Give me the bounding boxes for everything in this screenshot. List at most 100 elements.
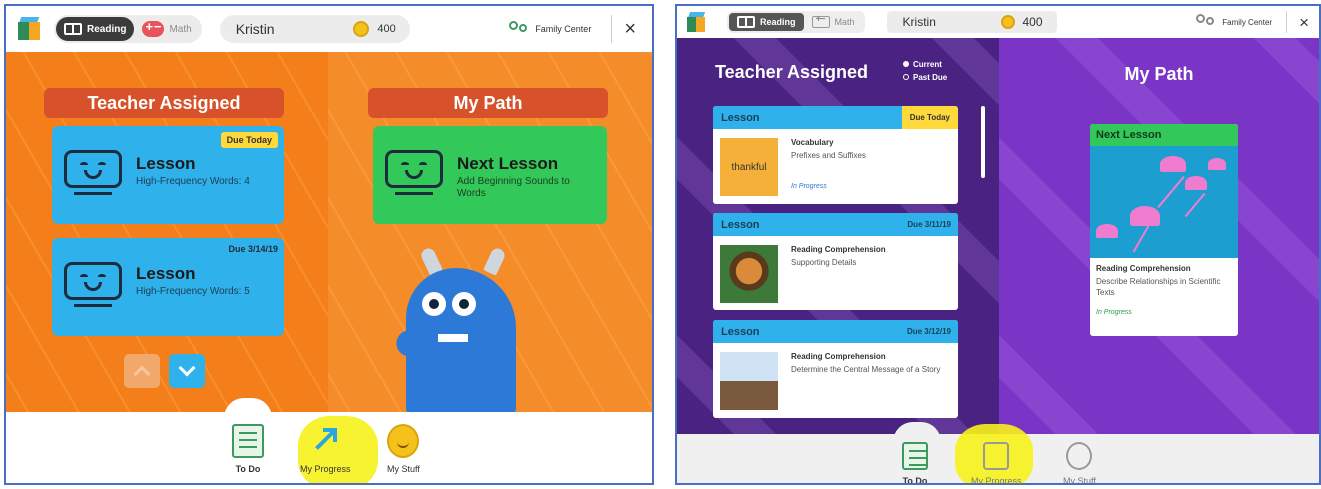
my-path-header: My Path	[1124, 64, 1194, 84]
progress-icon	[983, 442, 1010, 470]
coin-count: 400	[377, 23, 396, 35]
coin-icon	[1000, 15, 1015, 29]
progress-arrow-icon	[309, 424, 341, 458]
lesson-card[interactable]: Due Today Lesson High-Frequency Words: 4	[52, 126, 284, 224]
lesson-skill: Reading Comprehension	[791, 245, 886, 254]
lesson-card[interactable]: Lesson Due Today thankful Vocabulary Pre…	[713, 106, 958, 204]
lesson-skill: Vocabulary	[791, 138, 834, 147]
legend-current[interactable]: Current	[903, 58, 947, 71]
nav-todo[interactable]: To Do	[902, 442, 928, 483]
book-icon	[737, 16, 755, 28]
next-lesson-title: Next Lesson	[457, 154, 559, 173]
todo-icon	[232, 424, 264, 458]
math-label: Math	[169, 23, 192, 35]
screen-smile-icon	[385, 150, 443, 202]
lesson-card-header: Lesson Due 3/11/19	[713, 213, 958, 236]
nav-stuff-label: My Stuff	[387, 464, 420, 474]
next-lesson-topic: Describe Relationships in Scientific Tex…	[1096, 277, 1221, 297]
nav-todo[interactable]: To Do	[232, 424, 264, 474]
lesson-title: Lesson	[136, 154, 196, 173]
topbar-divider	[1286, 11, 1288, 33]
reading-label: Reading	[87, 23, 127, 35]
scroll-down-button[interactable]	[169, 354, 205, 388]
bottom-nav: To Do My Progress My Stuff	[677, 422, 1319, 485]
math-tab[interactable]: Math	[134, 17, 199, 41]
screenshot-orange-dashboard: Reading Math Kristin 400 Family Center ×…	[4, 4, 654, 485]
math-tab[interactable]: Math	[804, 13, 863, 31]
lesson-status: In Progress	[791, 183, 827, 190]
list-scrollbar[interactable]	[981, 106, 985, 178]
bottom-nav: To Do My Progress My Stuff	[6, 398, 652, 483]
next-lesson-status: In Progress	[1096, 309, 1132, 316]
lesson-card[interactable]: Lesson Due 3/12/19 Reading Comprehension…	[713, 320, 958, 418]
close-icon[interactable]: ×	[624, 19, 636, 39]
nav-todo-label: To Do	[235, 464, 261, 474]
lesson-type: Lesson	[721, 325, 760, 338]
lesson-topic: Prefixes and Suffixes	[791, 151, 867, 160]
nav-my-stuff[interactable]: My Stuff	[387, 424, 420, 474]
top-bar: Reading Math Kristin 400 Family Center ×	[6, 6, 652, 52]
next-lesson-header: Next Lesson	[1090, 124, 1238, 146]
family-center-label: Family Center	[535, 24, 592, 34]
nav-my-progress[interactable]: My Progress	[971, 442, 1022, 483]
app-logo-icon[interactable]	[687, 12, 706, 32]
reading-tab[interactable]: Reading	[56, 17, 135, 41]
filled-dot-icon	[903, 61, 909, 67]
jellyfish-thumbnail	[1090, 146, 1238, 258]
screen-smile-icon	[64, 150, 122, 202]
next-lesson-skill: Reading Comprehension	[1096, 264, 1191, 273]
due-badge: Due Today	[901, 106, 958, 129]
next-lesson-card[interactable]: Next Lesson Reading Comprehension Descri…	[1090, 124, 1238, 336]
app-logo-icon[interactable]	[18, 17, 40, 41]
user-box: Kristin 400	[219, 15, 410, 43]
lesson-type: Lesson	[721, 218, 760, 231]
user-box: Kristin 400	[886, 11, 1057, 33]
story-thumbnail	[720, 352, 778, 410]
nav-my-stuff[interactable]: My Stuff	[1063, 442, 1096, 485]
family-icon	[509, 21, 529, 37]
chevron-down-icon	[178, 359, 196, 377]
next-lesson-card[interactable]: Next Lesson Add Beginning Sounds to Word…	[373, 126, 607, 224]
legend-past-due[interactable]: Past Due	[903, 71, 947, 84]
my-path-header: My Path	[368, 88, 608, 118]
top-bar: Reading Math Kristin 400 Family Center ×	[677, 6, 1319, 38]
lesson-card[interactable]: Due 3/14/19 Lesson High-Frequency Words:…	[52, 238, 284, 336]
nav-my-progress[interactable]: My Progress	[300, 424, 351, 474]
legend-current-label: Current	[913, 60, 942, 69]
lesson-card[interactable]: Lesson Due 3/11/19 Reading Comprehension…	[713, 213, 958, 310]
lesson-skill: Reading Comprehension	[791, 352, 886, 361]
nest-thumbnail	[720, 245, 778, 303]
coin-icon	[353, 21, 370, 37]
monster-mascot	[392, 246, 526, 412]
reading-tab[interactable]: Reading	[729, 13, 804, 31]
reading-label: Reading	[760, 17, 796, 27]
lesson-card-header: Lesson Due 3/12/19	[713, 320, 958, 343]
due-badge: Due Today	[220, 132, 278, 148]
scroll-up-button[interactable]	[124, 354, 160, 388]
topbar-divider	[611, 15, 613, 43]
book-icon	[64, 23, 82, 35]
teacher-assigned-header: Teacher Assigned	[715, 62, 869, 82]
math-label: Math	[834, 17, 855, 27]
coin-count: 400	[1022, 15, 1043, 29]
lesson-subtitle: High-Frequency Words: 5	[136, 286, 250, 297]
main-stage: Teacher Assigned My Path Due Today Lesso…	[6, 52, 652, 412]
coin-balance: 400	[1000, 15, 1043, 29]
empty-dot-icon	[903, 74, 909, 80]
nav-stuff-label: My Stuff	[1063, 476, 1096, 485]
lesson-topic: Determine the Central Message of a Story	[791, 365, 941, 374]
family-center-button[interactable]: Family Center	[1196, 14, 1272, 30]
close-icon[interactable]: ×	[1299, 14, 1309, 31]
screen-smile-icon	[64, 262, 122, 314]
todo-icon	[902, 442, 928, 470]
main-stage: Teacher Assigned Current Past Due My Pat…	[677, 38, 1319, 434]
family-center-button[interactable]: Family Center	[509, 21, 591, 37]
smiley-icon	[387, 424, 420, 458]
math-icon	[811, 14, 830, 28]
lesson-title: Lesson	[136, 264, 196, 283]
lesson-card-header: Lesson Due Today	[713, 106, 958, 129]
lesson-subtitle: High-Frequency Words: 4	[136, 176, 250, 187]
user-name: Kristin	[235, 21, 275, 37]
family-center-label: Family Center	[1222, 17, 1273, 27]
user-name: Kristin	[902, 15, 936, 29]
